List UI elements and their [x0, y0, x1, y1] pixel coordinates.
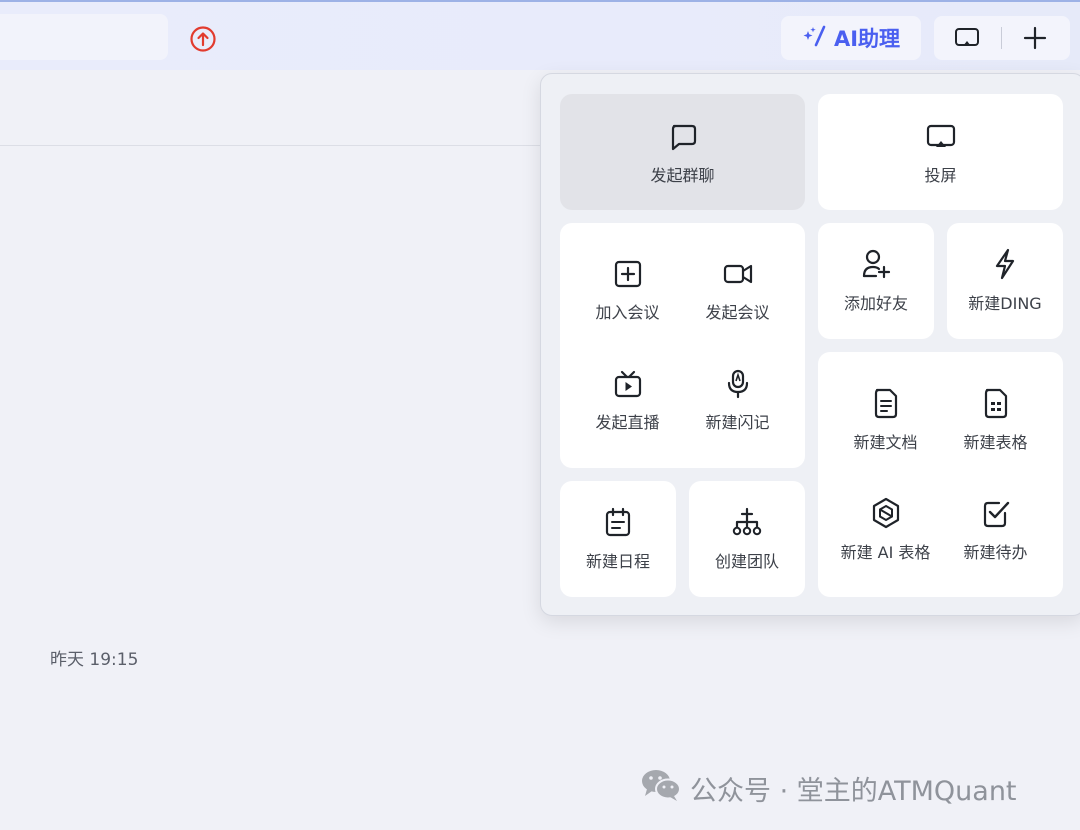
- meeting-card: 加入会议 发起会议 发起直播 新建闪记: [560, 223, 805, 468]
- create-team-item[interactable]: 创建团队: [689, 506, 805, 572]
- add-user-icon: [861, 248, 891, 280]
- new-ding-button[interactable]: 新建DING: [947, 223, 1063, 339]
- new-ding-item[interactable]: 新建DING: [947, 248, 1063, 314]
- new-todo-label: 新建待办: [963, 543, 1028, 562]
- wechat-watermark: 公众号 · 堂主的ATMQuant: [640, 768, 1017, 808]
- quick-actions-popup: 发起群聊 投屏 加入会议 发起会议 发起直播 新建闪记 添加好友 新建DING …: [540, 73, 1080, 616]
- start-group-chat-button[interactable]: 发起群聊: [560, 94, 805, 210]
- screen-cast-item[interactable]: 投屏: [818, 122, 1063, 186]
- start-group-chat-label: 发起群聊: [650, 166, 715, 185]
- microphone-icon: [723, 369, 753, 399]
- add-friend-label: 添加好友: [843, 294, 908, 313]
- start-meeting-label: 发起会议: [705, 303, 770, 322]
- new-doc-button[interactable]: 新建文档: [828, 387, 943, 453]
- calendar-icon: [603, 506, 633, 538]
- screen-cast-icon[interactable]: [954, 26, 980, 54]
- watermark-text: 公众号 · 堂主的ATMQuant: [690, 775, 1017, 807]
- new-doc-label: 新建文档: [853, 433, 918, 452]
- join-meeting-button[interactable]: 加入会议: [570, 259, 685, 323]
- new-flash-note-label: 新建闪记: [705, 413, 770, 432]
- search-input[interactable]: [0, 14, 168, 60]
- ai-sheet-hexagon-icon: [871, 497, 901, 529]
- screen-cast-button[interactable]: 投屏: [818, 94, 1063, 210]
- ai-assistant-button[interactable]: AI助理: [781, 16, 921, 60]
- new-schedule-label: 新建日程: [585, 552, 650, 571]
- document-icon: [871, 387, 901, 419]
- new-flash-note-button[interactable]: 新建闪记: [680, 369, 795, 433]
- add-friend-item[interactable]: 添加好友: [818, 248, 934, 314]
- new-sheet-button[interactable]: 新建表格: [938, 387, 1053, 453]
- screen-cast-label: 投屏: [924, 166, 957, 185]
- upload-icon[interactable]: [189, 25, 217, 53]
- create-team-button[interactable]: 创建团队: [689, 481, 805, 597]
- checkbox-icon: [981, 497, 1011, 529]
- new-sheet-label: 新建表格: [963, 433, 1028, 452]
- org-chart-icon: [731, 506, 763, 538]
- start-live-button[interactable]: 发起直播: [570, 369, 685, 433]
- sparkle-icon: [802, 24, 828, 52]
- message-timestamp: 昨天 19:15: [50, 650, 139, 670]
- new-schedule-item[interactable]: 新建日程: [560, 506, 676, 572]
- join-meeting-label: 加入会议: [595, 303, 660, 322]
- top-toolbar: AI助理: [0, 0, 1080, 70]
- create-team-label: 创建团队: [714, 552, 779, 571]
- tv-live-icon: [613, 369, 643, 399]
- new-todo-button[interactable]: 新建待办: [938, 497, 1053, 563]
- spreadsheet-icon: [981, 387, 1011, 419]
- new-ding-label: 新建DING: [968, 294, 1042, 313]
- new-schedule-button[interactable]: 新建日程: [560, 481, 676, 597]
- new-ai-sheet-label: 新建 AI 表格: [840, 543, 931, 562]
- plus-square-icon: [613, 259, 643, 289]
- ai-assistant-label: AI助理: [833, 27, 901, 51]
- toolbar-divider: [1001, 27, 1002, 49]
- wechat-icon: [640, 767, 682, 810]
- cast-screen-icon: [925, 122, 957, 152]
- start-live-label: 发起直播: [595, 413, 660, 432]
- start-meeting-button[interactable]: 发起会议: [680, 259, 795, 323]
- docs-card: 新建文档 新建表格 新建 AI 表格 新建待办: [818, 352, 1063, 597]
- add-friend-button[interactable]: 添加好友: [818, 223, 934, 339]
- toolbar-group: [934, 16, 1070, 60]
- new-ai-sheet-button[interactable]: 新建 AI 表格: [828, 497, 943, 563]
- content-divider: [0, 145, 540, 146]
- video-camera-icon: [722, 259, 754, 289]
- lightning-icon: [990, 248, 1020, 280]
- chat-bubble-icon: [668, 122, 698, 152]
- plus-icon[interactable]: [1022, 25, 1048, 55]
- start-group-chat-item[interactable]: 发起群聊: [560, 122, 805, 186]
